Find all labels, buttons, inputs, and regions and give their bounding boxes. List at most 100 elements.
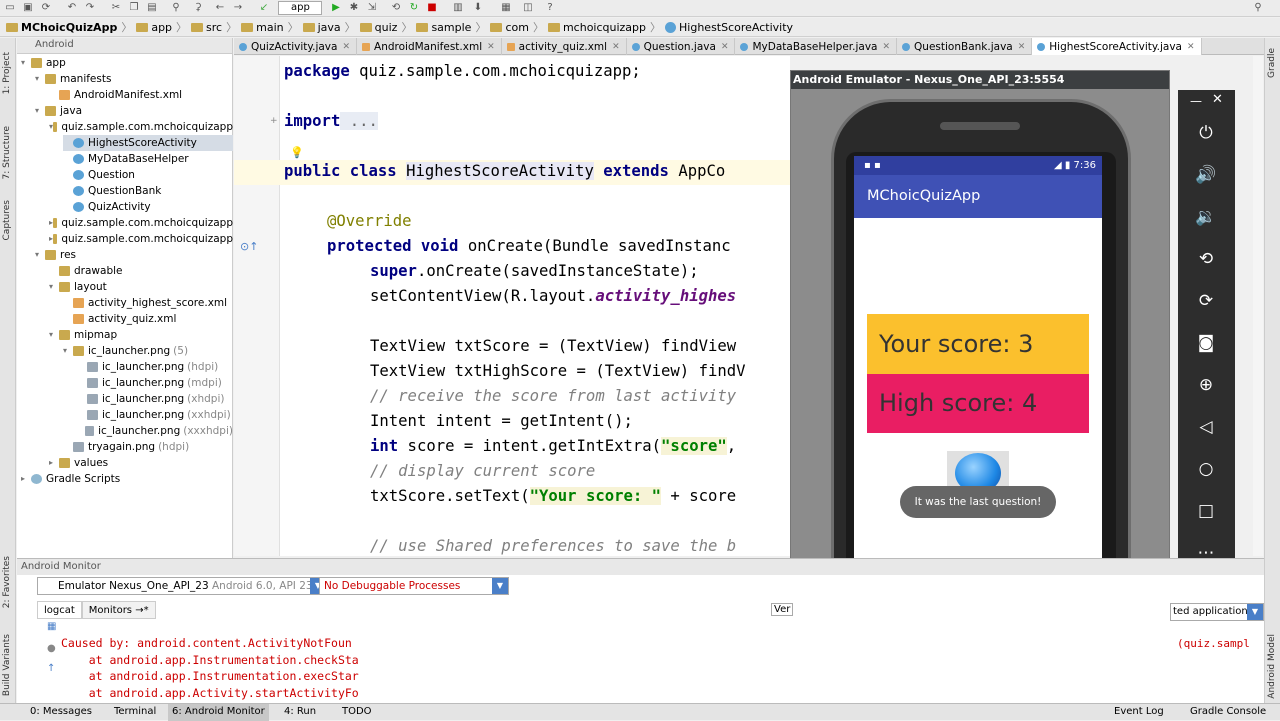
tree-item[interactable]: QuizActivity xyxy=(63,199,233,215)
tree-item[interactable]: ic_launcher.png (mdpi) xyxy=(77,375,233,391)
open-icon[interactable]: ▭ xyxy=(4,2,16,14)
editor-tab[interactable]: Question.java ✕ xyxy=(627,38,736,55)
tab-monitors[interactable]: Monitors →* xyxy=(81,601,156,619)
tree-item[interactable]: ▾ app xyxy=(21,55,233,71)
crumb-class[interactable]: HighestScoreActivity xyxy=(665,21,793,34)
tree-item[interactable]: ▾ java xyxy=(35,103,233,119)
tree-expand-icon[interactable]: ▾ xyxy=(35,71,45,87)
tree-item[interactable]: ▾ mipmap xyxy=(49,327,233,343)
tree-item[interactable]: ▸ Gradle Scripts xyxy=(21,471,233,487)
tree-item[interactable]: drawable xyxy=(49,263,233,279)
project-tool-tab[interactable]: 1: Project xyxy=(2,52,12,94)
home-nav-icon[interactable]: ○ xyxy=(1192,455,1220,483)
tree-item[interactable]: ▾ layout xyxy=(49,279,233,295)
close-tab-icon[interactable]: ✕ xyxy=(1018,39,1026,55)
structure-tool-tab[interactable]: 7: Structure xyxy=(2,126,12,180)
close-tab-icon[interactable]: ✕ xyxy=(487,39,495,55)
profile-icon[interactable]: ↻ xyxy=(408,2,420,14)
redo-icon[interactable]: ↷ xyxy=(84,2,96,14)
tree-item[interactable]: activity_quiz.xml xyxy=(63,311,233,327)
tree-expand-icon[interactable]: ▾ xyxy=(35,247,45,263)
run-icon[interactable]: ▶ xyxy=(330,2,342,14)
close-icon[interactable]: ✕ xyxy=(1212,92,1223,107)
copy-icon[interactable]: ❐ xyxy=(128,2,140,14)
close-tab-icon[interactable]: ✕ xyxy=(342,39,350,55)
coverage-icon[interactable]: ⟲ xyxy=(390,2,402,14)
forward-icon[interactable]: → xyxy=(232,2,244,14)
rotate-right-icon[interactable]: ⟳ xyxy=(1192,287,1220,315)
tree-item[interactable]: HighestScoreActivity xyxy=(63,135,233,151)
undo-icon[interactable]: ↶ xyxy=(66,2,78,14)
structure-icon[interactable]: ▦ xyxy=(500,2,512,14)
stop-icon[interactable]: ■ xyxy=(426,2,438,14)
tab-logcat[interactable]: logcat xyxy=(37,601,82,619)
bulb-icon[interactable]: 💡 xyxy=(290,146,304,159)
back-nav-icon[interactable]: ◁ xyxy=(1192,413,1220,441)
overview-icon[interactable]: □ xyxy=(1192,497,1220,525)
tree-expand-icon[interactable]: ▾ xyxy=(63,343,73,359)
crumb-src[interactable]: src 〉 xyxy=(191,19,237,35)
rotate-left-icon[interactable]: ⟲ xyxy=(1192,245,1220,273)
find-icon[interactable]: ⚲ xyxy=(170,2,182,14)
tree-item[interactable]: tryagain.png (hdpi) xyxy=(63,439,233,455)
sdk-manager-icon[interactable]: ⬇ xyxy=(472,2,484,14)
replace-icon[interactable]: ⚳ xyxy=(192,2,204,14)
favorites-tool-tab[interactable]: 2: Favorites xyxy=(2,556,12,608)
back-icon[interactable]: ← xyxy=(214,2,226,14)
tree-item[interactable]: activity_highest_score.xml xyxy=(63,295,233,311)
tree-item[interactable]: ic_launcher.png (hdpi) xyxy=(77,359,233,375)
tree-item[interactable]: Question xyxy=(63,167,233,183)
tree-item[interactable]: ▾ quiz.sample.com.mchoicquizapp xyxy=(49,119,233,135)
camera-icon[interactable]: ◙ xyxy=(1192,329,1220,357)
fold-icon[interactable]: + xyxy=(270,116,278,126)
close-tab-icon[interactable]: ✕ xyxy=(1187,39,1195,55)
log-level-select[interactable]: Ver xyxy=(771,603,794,616)
editor-tab[interactable]: HighestScoreActivity.java ✕ xyxy=(1032,38,1202,55)
cut-icon[interactable]: ✂ xyxy=(110,2,122,14)
search-everywhere-icon[interactable]: ⚲ xyxy=(1252,2,1264,14)
tree-expand-icon[interactable]: ▾ xyxy=(49,327,59,343)
editor-tab[interactable]: activity_quiz.xml ✕ xyxy=(502,38,627,55)
tree-expand-icon[interactable]: ▸ xyxy=(21,471,31,487)
tree-item[interactable]: ic_launcher.png (xxhdpi) xyxy=(77,407,233,423)
tree-expand-icon[interactable]: ▾ xyxy=(21,55,31,71)
editor-scrollbar[interactable] xyxy=(1253,56,1263,556)
run-config-select[interactable]: app xyxy=(278,1,322,15)
crumb-java[interactable]: java 〉 xyxy=(302,19,356,35)
close-tab-icon[interactable]: ✕ xyxy=(612,39,620,55)
terminal-tab[interactable]: Terminal xyxy=(110,704,160,721)
help-icon[interactable]: ? xyxy=(544,2,556,14)
gradle-tool-tab[interactable]: Gradle xyxy=(1267,48,1277,78)
volume-down-icon[interactable]: 🔉 xyxy=(1192,203,1220,231)
tree-item[interactable]: ic_launcher.png (xhdpi) xyxy=(77,391,233,407)
crumb-project[interactable]: MChoicQuizApp 〉 xyxy=(6,19,132,35)
filter-select[interactable]: ted application ▼ xyxy=(1170,603,1264,621)
tree-item[interactable]: ▸ quiz.sample.com.mchoicquizapp xyxy=(49,231,233,247)
tree-expand-icon[interactable]: ▾ xyxy=(35,103,45,119)
close-tab-icon[interactable]: ✕ xyxy=(883,39,891,55)
power-icon[interactable]: ⏻ xyxy=(1192,119,1220,147)
make-icon[interactable]: ↙ xyxy=(258,2,270,14)
crumb-main[interactable]: main 〉 xyxy=(241,19,299,35)
tree-item[interactable]: ▾ res xyxy=(35,247,233,263)
tree-item[interactable]: QuestionBank xyxy=(63,183,233,199)
up-icon[interactable]: ↑ xyxy=(47,663,55,674)
editor-tab[interactable]: MyDataBaseHelper.java ✕ xyxy=(735,38,898,55)
save-icon[interactable]: ▣ xyxy=(22,2,34,14)
editor-tab[interactable]: AndroidManifest.xml ✕ xyxy=(357,38,502,55)
editor-tab[interactable]: QuestionBank.java ✕ xyxy=(897,38,1033,55)
tree-item[interactable]: ▾ ic_launcher.png (5) xyxy=(63,343,233,359)
override-marker-icon[interactable]: ⊙↑ xyxy=(240,240,258,253)
tree-expand-icon[interactable]: ▸ xyxy=(49,455,59,471)
device-select[interactable]: Emulator Nexus_One_API_23 Android 6.0, A… xyxy=(37,577,327,595)
crumb-quiz[interactable]: quiz 〉 xyxy=(359,19,412,35)
tree-item[interactable]: ▾ manifests xyxy=(35,71,233,87)
todo-tab[interactable]: TODO xyxy=(338,704,376,721)
android-model-tool-tab[interactable]: Android Model xyxy=(1267,634,1277,699)
scroll-end-icon[interactable]: ● xyxy=(47,643,56,654)
crumb-com[interactable]: com 〉 xyxy=(490,19,544,35)
volume-up-icon[interactable]: 🔊 xyxy=(1192,161,1220,189)
code-editor[interactable]: + 💡 ⊙↑ package quiz.sample.com.mchoicqui… xyxy=(234,56,790,556)
paste-icon[interactable]: ▤ xyxy=(146,2,158,14)
process-select[interactable]: No Debuggable Processes ▼ xyxy=(319,577,509,595)
